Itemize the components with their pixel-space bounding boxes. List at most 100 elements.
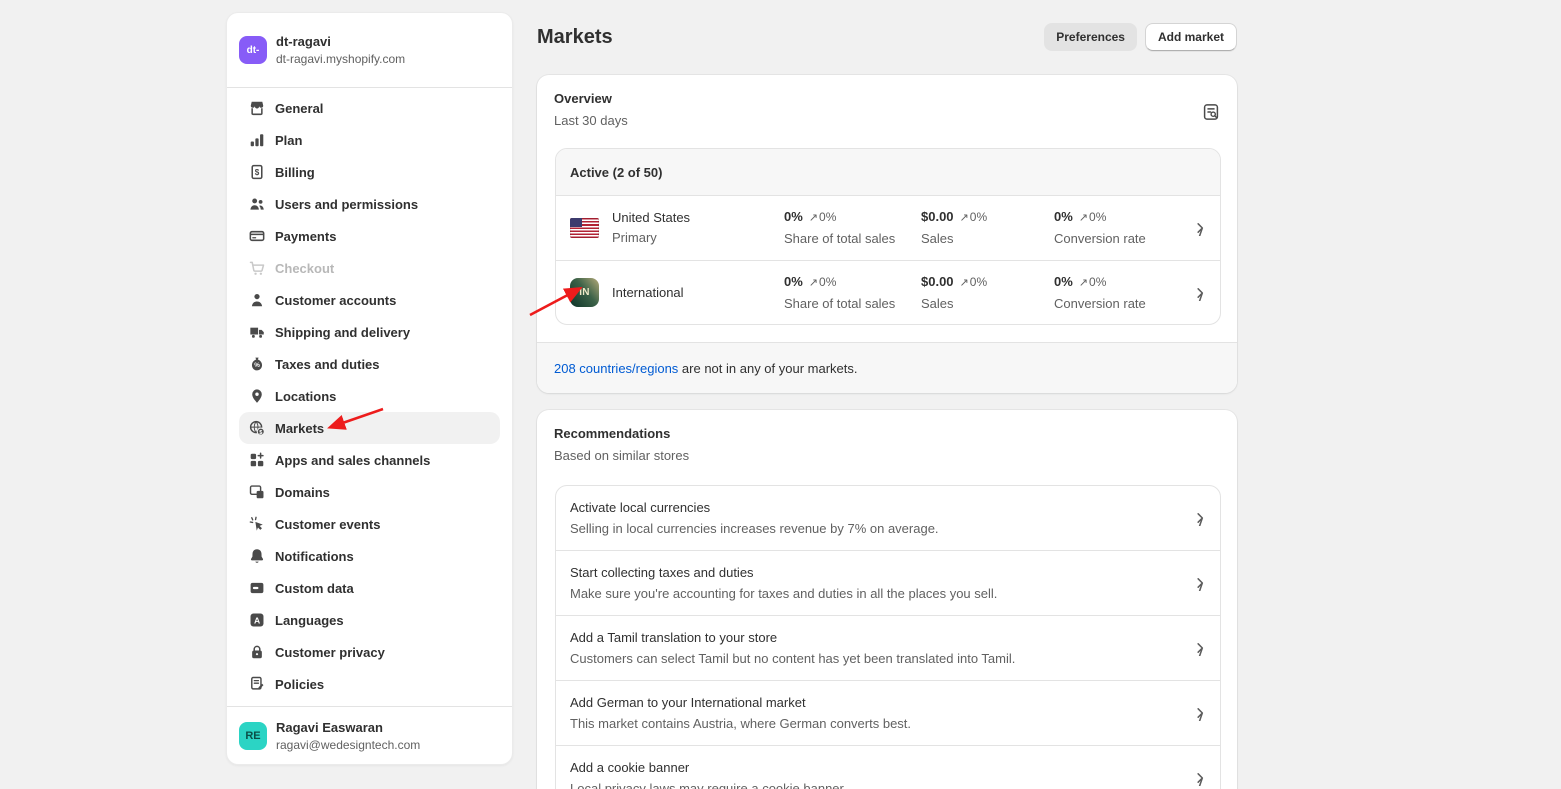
sidebar-item-label: Plan xyxy=(275,133,302,148)
sidebar-item-general[interactable]: General xyxy=(239,92,500,124)
active-markets-box: Active (2 of 50) United StatesPrimary0%↗… xyxy=(555,148,1221,325)
domains-icon xyxy=(247,482,267,502)
trend-up-icon: ↗ xyxy=(960,276,969,289)
sidebar-item-label: Taxes and duties xyxy=(275,357,380,372)
sidebar-item-policies[interactable]: Policies xyxy=(239,668,500,700)
chevron-right-icon xyxy=(1192,220,1208,236)
sidebar-item-plan[interactable]: Plan xyxy=(239,124,500,156)
sidebar-item-label: Custom data xyxy=(275,581,354,596)
sidebar-item-label: Customer privacy xyxy=(275,645,385,660)
lock-icon xyxy=(247,642,267,662)
sidebar-item-label: Customer accounts xyxy=(275,293,396,308)
settings-sidebar: dt- dt-ragavi dt-ragavi.myshopify.com Ge… xyxy=(226,12,513,765)
sidebar-item-customer-privacy[interactable]: Customer privacy xyxy=(239,636,500,668)
overview-subtitle: Last 30 days xyxy=(554,112,1220,129)
trend-up-icon: ↗ xyxy=(809,211,818,224)
sidebar-item-label: General xyxy=(275,101,323,116)
sidebar-item-languages[interactable]: ALanguages xyxy=(239,604,500,636)
sidebar-item-custom-data[interactable]: Custom data xyxy=(239,572,500,604)
overview-footer: 208 countries/regions are not in any of … xyxy=(537,342,1237,393)
market-subtitle: Primary xyxy=(612,230,690,246)
chevron-right-icon xyxy=(1192,705,1208,721)
market-name: International xyxy=(612,285,684,301)
chevron-right-icon xyxy=(1192,575,1208,591)
recommendation-add-a-tamil-translation-to-your-store[interactable]: Add a Tamil translation to your storeCus… xyxy=(556,615,1220,680)
chevron-right-icon xyxy=(1192,285,1208,301)
sidebar-item-shipping-and-delivery[interactable]: Shipping and delivery xyxy=(239,316,500,348)
payments-icon xyxy=(247,226,267,246)
sidebar-nav: General Plan $ Billing Users and permissions… xyxy=(227,88,512,706)
sidebar-item-payments[interactable]: Payments xyxy=(239,220,500,252)
sidebar-item-label: Markets xyxy=(275,421,324,436)
customer-events-icon xyxy=(247,514,267,534)
sidebar-item-label: Payments xyxy=(275,229,336,244)
sidebar-item-notifications[interactable]: Notifications xyxy=(239,540,500,572)
sidebar-item-customer-accounts[interactable]: Customer accounts xyxy=(239,284,500,316)
store-avatar: dt- xyxy=(239,36,267,64)
sidebar-item-locations[interactable]: Locations xyxy=(239,380,500,412)
sidebar-item-label: Users and permissions xyxy=(275,197,418,212)
taxes-icon: % xyxy=(247,354,267,374)
sidebar-item-label: Domains xyxy=(275,485,330,500)
sidebar-item-label: Customer events xyxy=(275,517,380,532)
page-header: Markets Preferences Add market xyxy=(537,12,1237,62)
sidebar-item-billing[interactable]: $ Billing xyxy=(239,156,500,188)
market-row-united-states[interactable]: United StatesPrimary0%↗0%Share of total … xyxy=(556,196,1220,260)
chevron-right-icon xyxy=(1192,770,1208,786)
chevron-right-icon xyxy=(1192,510,1208,526)
user-email: ragavi@wedesigntech.com xyxy=(276,737,420,753)
location-pin-icon xyxy=(247,386,267,406)
active-markets-header: Active (2 of 50) xyxy=(556,149,1220,196)
market-stat: 0%↗0%Share of total sales xyxy=(784,274,895,312)
sidebar-user: RE Ragavi Easwaran ragavi@wedesigntech.c… xyxy=(227,706,512,764)
custom-data-icon xyxy=(247,578,267,598)
preferences-button[interactable]: Preferences xyxy=(1044,23,1137,51)
recommendation-description: Selling in local currencies increases re… xyxy=(570,520,1176,537)
store-domain: dt-ragavi.myshopify.com xyxy=(276,51,405,67)
recommendation-description: Customers can select Tamil but no conten… xyxy=(570,650,1176,667)
recommendation-add-german-to-your-international-market[interactable]: Add German to your International marketT… xyxy=(556,680,1220,745)
sidebar-item-domains[interactable]: Domains xyxy=(239,476,500,508)
countries-regions-link[interactable]: 208 countries/regions xyxy=(554,361,678,376)
recommendation-title: Add German to your International market xyxy=(570,694,1176,711)
overview-card-head: Overview Last 30 days xyxy=(537,75,1237,129)
recommendation-start-collecting-taxes-and-duties[interactable]: Start collecting taxes and dutiesMake su… xyxy=(556,550,1220,615)
recommendation-title: Add a cookie banner xyxy=(570,759,1176,776)
market-row-international[interactable]: INInternational0%↗0%Share of total sales… xyxy=(556,260,1220,324)
main-content: Markets Preferences Add market Overview … xyxy=(537,0,1237,789)
settings-page: dt- dt-ragavi dt-ragavi.myshopify.com Ge… xyxy=(0,0,1561,789)
user-avatar: RE xyxy=(239,722,267,750)
recommendation-add-a-cookie-banner[interactable]: Add a cookie bannerLocal privacy laws ma… xyxy=(556,745,1220,789)
recommendation-activate-local-currencies[interactable]: Activate local currenciesSelling in loca… xyxy=(556,486,1220,550)
sidebar-item-label: Locations xyxy=(275,389,336,404)
recommendations-list: Activate local currenciesSelling in loca… xyxy=(555,485,1221,789)
cart-icon xyxy=(247,258,267,278)
sidebar-item-markets[interactable]: $Markets xyxy=(239,412,500,444)
active-markets-list: United StatesPrimary0%↗0%Share of total … xyxy=(556,196,1220,324)
sidebar-item-label: Notifications xyxy=(275,549,354,564)
trend-up-icon: ↗ xyxy=(1079,276,1088,289)
sidebar-item-taxes-and-duties[interactable]: % Taxes and duties xyxy=(239,348,500,380)
add-market-button[interactable]: Add market xyxy=(1145,23,1237,51)
bell-icon xyxy=(247,546,267,566)
sidebar-item-label: Policies xyxy=(275,677,324,692)
market-stat: $0.00↗0%Sales xyxy=(921,274,987,312)
market-stat: 0%↗0%Conversion rate xyxy=(1054,209,1146,247)
trend-up-icon: ↗ xyxy=(809,276,818,289)
view-report-icon[interactable] xyxy=(1199,100,1223,124)
sidebar-item-customer-events[interactable]: Customer events xyxy=(239,508,500,540)
sidebar-item-label: Apps and sales channels xyxy=(275,453,430,468)
sidebar-item-label: Checkout xyxy=(275,261,334,276)
header-actions: Preferences Add market xyxy=(1044,23,1237,51)
recommendations-subtitle: Based on similar stores xyxy=(554,447,1220,464)
sidebar-item-checkout[interactable]: Checkout xyxy=(239,252,500,284)
sidebar-item-label: Billing xyxy=(275,165,315,180)
sidebar-item-users-and-permissions[interactable]: Users and permissions xyxy=(239,188,500,220)
sidebar-item-label: Shipping and delivery xyxy=(275,325,410,340)
truck-icon xyxy=(247,322,267,342)
sidebar-item-apps-and-sales-channels[interactable]: Apps and sales channels xyxy=(239,444,500,476)
svg-text:$: $ xyxy=(255,168,260,177)
person-icon xyxy=(247,290,267,310)
languages-icon: A xyxy=(247,610,267,630)
store-name: dt-ragavi xyxy=(276,33,405,50)
